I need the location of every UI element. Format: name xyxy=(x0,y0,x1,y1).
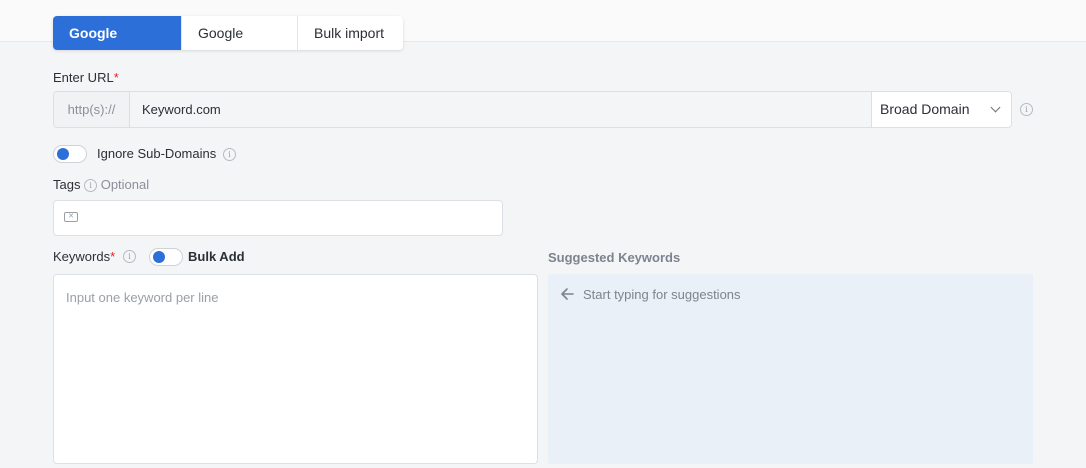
keywords-label: Keywords* xyxy=(53,249,115,264)
enter-url-label-text: Enter URL xyxy=(53,70,114,85)
enter-url-label: Enter URL* xyxy=(53,70,119,85)
tab-bulk-import[interactable]: Bulk import xyxy=(298,16,403,50)
info-icon[interactable]: i xyxy=(1020,103,1033,116)
suggested-keywords-title: Suggested Keywords xyxy=(548,250,681,265)
tab-google-maps[interactable]: Google Maps xyxy=(182,16,298,50)
keywords-textarea-box xyxy=(53,274,538,464)
toggle-knob xyxy=(57,148,69,160)
toggle-knob xyxy=(153,251,165,263)
required-mark: * xyxy=(110,249,116,264)
info-icon[interactable]: i xyxy=(123,250,136,263)
info-icon[interactable]: i xyxy=(223,148,236,161)
tab-google-organic[interactable]: Google Organic xyxy=(53,16,182,50)
url-input-group: http(s):// Broad Domain xyxy=(53,91,1012,128)
domain-scope-value: Broad Domain xyxy=(880,101,970,117)
arrow-left-icon xyxy=(561,288,574,300)
tag-clear-icon[interactable]: ✕ xyxy=(64,212,78,222)
suggested-keywords-panel: Start typing for suggestions xyxy=(548,274,1033,464)
keywords-label-text: Keywords xyxy=(53,249,111,264)
suggestions-hint: Start typing for suggestions xyxy=(583,287,741,302)
bulk-add-toggle[interactable] xyxy=(149,248,183,266)
tags-label: Tags i Optional xyxy=(53,177,150,193)
required-mark: * xyxy=(113,70,119,85)
ignore-subdomains-toggle[interactable] xyxy=(53,145,87,163)
chevron-down-icon xyxy=(990,102,1001,113)
tags-label-text: Tags xyxy=(53,177,81,192)
ignore-subdomains-label: Ignore Sub-Domains xyxy=(97,146,217,161)
keywords-textarea[interactable] xyxy=(54,275,537,463)
domain-scope-select[interactable]: Broad Domain xyxy=(871,92,1011,127)
source-tabs: Google Organic Google Maps Bulk import xyxy=(53,16,403,50)
url-prefix: http(s):// xyxy=(54,92,130,127)
info-icon[interactable]: i xyxy=(84,179,98,193)
tags-input[interactable]: ✕ xyxy=(53,200,503,236)
tags-optional: Optional xyxy=(100,177,150,192)
url-input[interactable] xyxy=(130,92,871,127)
bulk-add-label: Bulk Add xyxy=(188,249,245,264)
